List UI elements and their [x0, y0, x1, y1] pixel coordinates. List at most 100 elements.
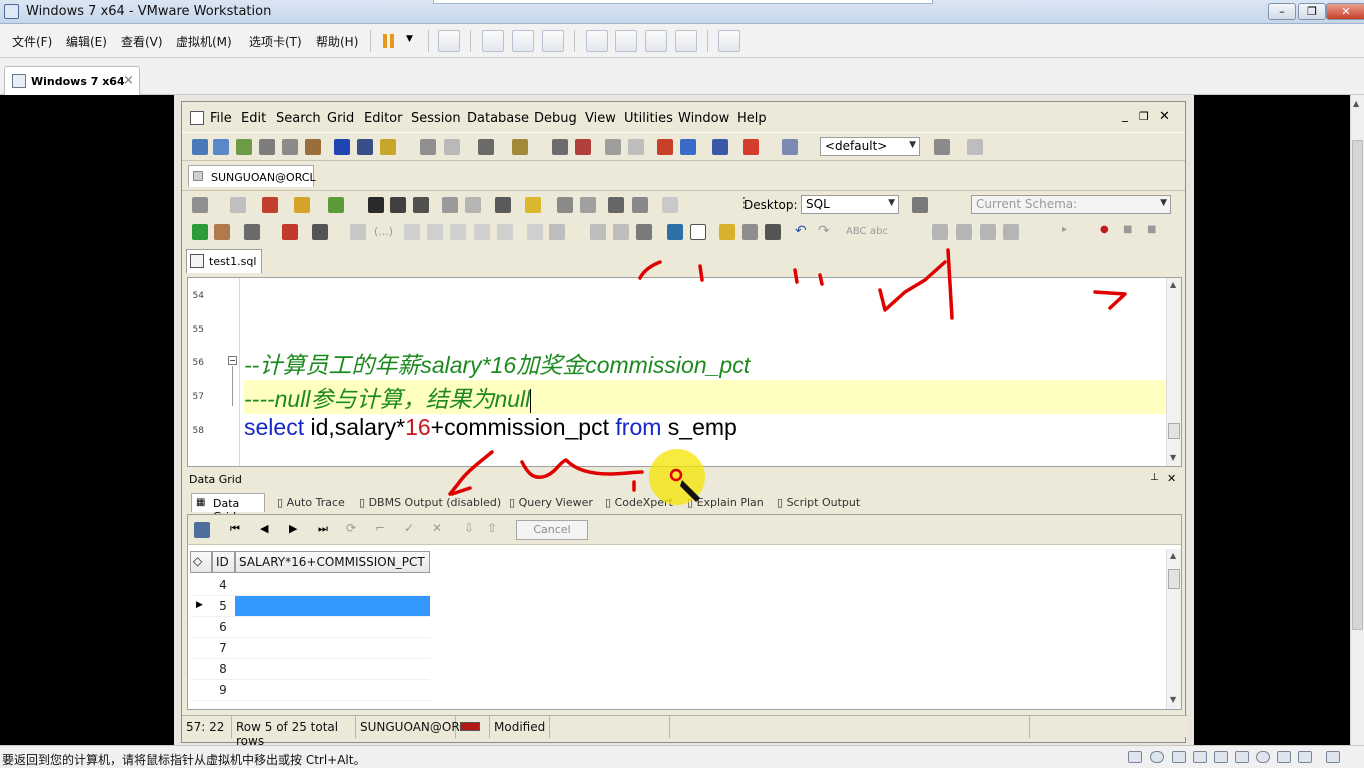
cancel-button[interactable]: Cancel — [516, 520, 588, 540]
page-setup-icon[interactable] — [230, 197, 246, 213]
delete-icon[interactable] — [549, 224, 565, 240]
menu-view[interactable]: 查看(V) — [121, 33, 163, 50]
scroll-up-icon[interactable]: ▲ — [1170, 280, 1176, 289]
describe-icon[interactable] — [552, 139, 568, 155]
hdd-icon[interactable] — [1128, 751, 1142, 763]
scroll-thumb[interactable] — [1168, 423, 1180, 439]
comment-icon[interactable] — [450, 224, 466, 240]
code-line-56[interactable]: --计算员工的年薪salary*16加奖金commission_pct — [244, 346, 1170, 380]
default-combo[interactable]: <default> ▼ — [820, 137, 920, 156]
highlight-icon[interactable] — [719, 224, 735, 240]
show-library-icon[interactable] — [586, 30, 608, 52]
plugin-icon[interactable] — [967, 139, 983, 155]
fetch-icon[interactable] — [282, 224, 298, 240]
fullscreen-icon[interactable] — [645, 30, 667, 52]
print-icon[interactable] — [478, 139, 494, 155]
find-icon[interactable] — [442, 197, 458, 213]
message-icon[interactable] — [1298, 751, 1312, 763]
window-arrange-icon[interactable] — [1003, 224, 1019, 240]
step-icon[interactable] — [244, 224, 260, 240]
menu-file[interactable]: 文件(F) — [12, 33, 52, 50]
run-icon[interactable] — [192, 224, 208, 240]
minimize-button[interactable]: – — [1268, 3, 1296, 20]
table-row[interactable]: 4 — [190, 575, 430, 596]
pause-dropdown-icon[interactable]: ▼ — [406, 34, 413, 44]
select-all-icon[interactable] — [765, 224, 781, 240]
tools-icon[interactable] — [380, 139, 396, 155]
connection-tab[interactable]: SUNGUOAN@ORCL — [188, 165, 316, 187]
guest-screen[interactable]: File Edit Search Grid Editor Session Dat… — [174, 95, 1194, 748]
unindent-icon[interactable] — [427, 224, 443, 240]
send-ctrl-alt-del-icon[interactable] — [438, 30, 460, 52]
indent-icon[interactable] — [404, 224, 420, 240]
console-view-icon[interactable] — [718, 30, 740, 52]
save-all-icon[interactable] — [413, 197, 429, 213]
blank-page-icon[interactable] — [690, 224, 706, 240]
sql-format-icon[interactable] — [632, 197, 648, 213]
compile-icon[interactable] — [420, 139, 436, 155]
undo-history-icon[interactable] — [192, 197, 208, 213]
sql-icon[interactable] — [608, 197, 624, 213]
cut-icon[interactable] — [590, 224, 606, 240]
export-up-icon[interactable]: ⇧ — [487, 521, 497, 535]
sql-window-icon[interactable] — [282, 139, 298, 155]
table-icon[interactable] — [580, 197, 596, 213]
show-thumbnail-icon[interactable] — [615, 30, 637, 52]
current-schema-combo[interactable]: Current Schema: ▼ — [971, 195, 1171, 214]
fit-guest-icon[interactable] — [1326, 751, 1340, 763]
insert-icon[interactable]: ⌐ — [375, 521, 385, 535]
usb-icon[interactable] — [1193, 751, 1207, 763]
save-as-icon[interactable] — [390, 197, 406, 213]
grid-scrollbar[interactable]: ▲ ▼ — [1166, 549, 1181, 709]
cancel-edit-icon[interactable]: ✕ — [432, 521, 442, 535]
export-icon[interactable] — [512, 139, 528, 155]
lowercase-button[interactable]: abc — [870, 226, 888, 237]
record-macro-icon[interactable]: ● — [1100, 224, 1109, 235]
tab-data-grid[interactable]: ▦ Data Grid — [191, 493, 265, 523]
sound-icon[interactable] — [1214, 751, 1228, 763]
tab-windows7[interactable]: Windows 7 x64 × — [4, 66, 140, 95]
tab-dbms-output[interactable]: ▯ DBMS Output (disabled) — [359, 496, 501, 509]
scroll-up-icon[interactable]: ▲ — [1353, 99, 1359, 108]
revert-snapshot-icon[interactable] — [512, 30, 534, 52]
explain-icon[interactable] — [575, 139, 591, 155]
prev-record-icon[interactable]: ◀ — [260, 522, 268, 535]
query-icon[interactable] — [194, 522, 210, 538]
format-icon[interactable] — [667, 224, 683, 240]
copy-icon[interactable] — [613, 224, 629, 240]
menu-edit[interactable]: 编辑(E) — [66, 33, 107, 50]
connect-icon[interactable] — [712, 139, 728, 155]
mdi-close-button[interactable]: ✕ — [1159, 109, 1170, 124]
tab-close-icon[interactable]: × — [123, 73, 134, 88]
code-line-58[interactable]: select id,salary*16+commission_pct from … — [244, 414, 1170, 448]
mdi-minimize-button[interactable]: _ — [1122, 108, 1128, 122]
menu-utilities[interactable]: Utilities — [624, 111, 673, 126]
camera-icon[interactable] — [1256, 751, 1270, 763]
desktop-combo[interactable]: SQL ▼ — [801, 195, 899, 214]
close-window-icon[interactable] — [262, 197, 278, 213]
break-icon[interactable] — [214, 224, 230, 240]
redo-icon[interactable]: ↷ — [818, 223, 830, 239]
disconnect-icon[interactable] — [743, 139, 759, 155]
display-icon[interactable] — [1277, 751, 1291, 763]
open-file-icon[interactable] — [294, 197, 310, 213]
close-button[interactable]: ✕ — [1326, 3, 1364, 20]
table-row[interactable]: 7 — [190, 638, 430, 659]
sql-editor[interactable]: 54 55 56 57 58 − --计算员工的年薪salary*16加奖金co… — [187, 277, 1182, 467]
ellipsis-icon[interactable]: (...) — [374, 225, 393, 238]
replace-icon[interactable] — [465, 197, 481, 213]
execute-icon[interactable] — [334, 139, 350, 155]
invalid-objects-icon[interactable] — [444, 139, 460, 155]
network-icon[interactable] — [1172, 751, 1186, 763]
tab-auto-trace[interactable]: ▯ Auto Trace — [277, 496, 345, 509]
window-list-icon[interactable] — [259, 139, 275, 155]
stop-macro-icon[interactable]: ■ — [1123, 224, 1132, 235]
open-icon[interactable] — [213, 139, 229, 155]
menu-vm[interactable]: 虚拟机(M) — [176, 33, 232, 50]
commit-icon[interactable] — [657, 139, 673, 155]
refresh-icon[interactable]: ⟳ — [346, 521, 356, 535]
snapshot-manager-icon[interactable] — [542, 30, 564, 52]
scroll-thumb[interactable] — [1352, 140, 1363, 630]
first-record-icon[interactable]: ⏮ — [230, 522, 240, 536]
help-icon[interactable] — [782, 139, 798, 155]
